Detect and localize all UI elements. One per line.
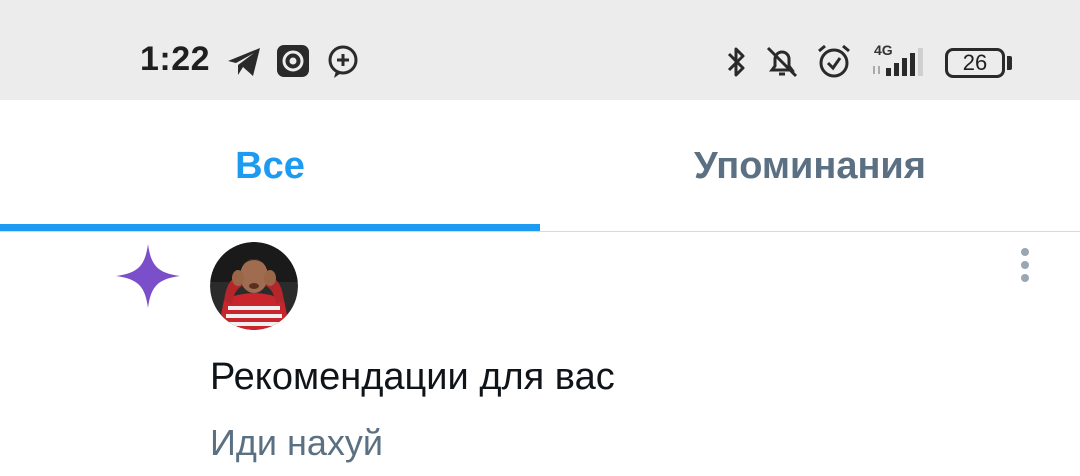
alarm-icon: [818, 44, 850, 78]
battery-tip: [1007, 56, 1012, 70]
active-tab-indicator: [0, 224, 540, 231]
battery-level: 26: [962, 50, 988, 75]
notification-subtitle[interactable]: Иди нахуй: [210, 422, 383, 464]
status-bar: 1:22 4G 26: [0, 0, 1080, 100]
status-time: 1:22: [140, 40, 211, 78]
tabs-divider: [0, 231, 1080, 232]
tab-mentions[interactable]: Упоминания: [540, 100, 1080, 232]
sparkle-icon: [116, 244, 180, 308]
signal-icon: [873, 48, 923, 76]
notification-tabs: Все Упоминания: [0, 100, 1080, 232]
notification-title[interactable]: Рекомендации для вас: [210, 356, 615, 399]
bell-off-icon: [766, 46, 798, 78]
chat-add-icon: [328, 45, 358, 78]
tab-all[interactable]: Все: [0, 100, 540, 232]
app-icon: [277, 45, 309, 77]
telegram-icon: [228, 48, 260, 76]
more-options-icon[interactable]: [1012, 246, 1038, 286]
bluetooth-icon: [727, 47, 745, 77]
avatar[interactable]: [210, 242, 298, 330]
